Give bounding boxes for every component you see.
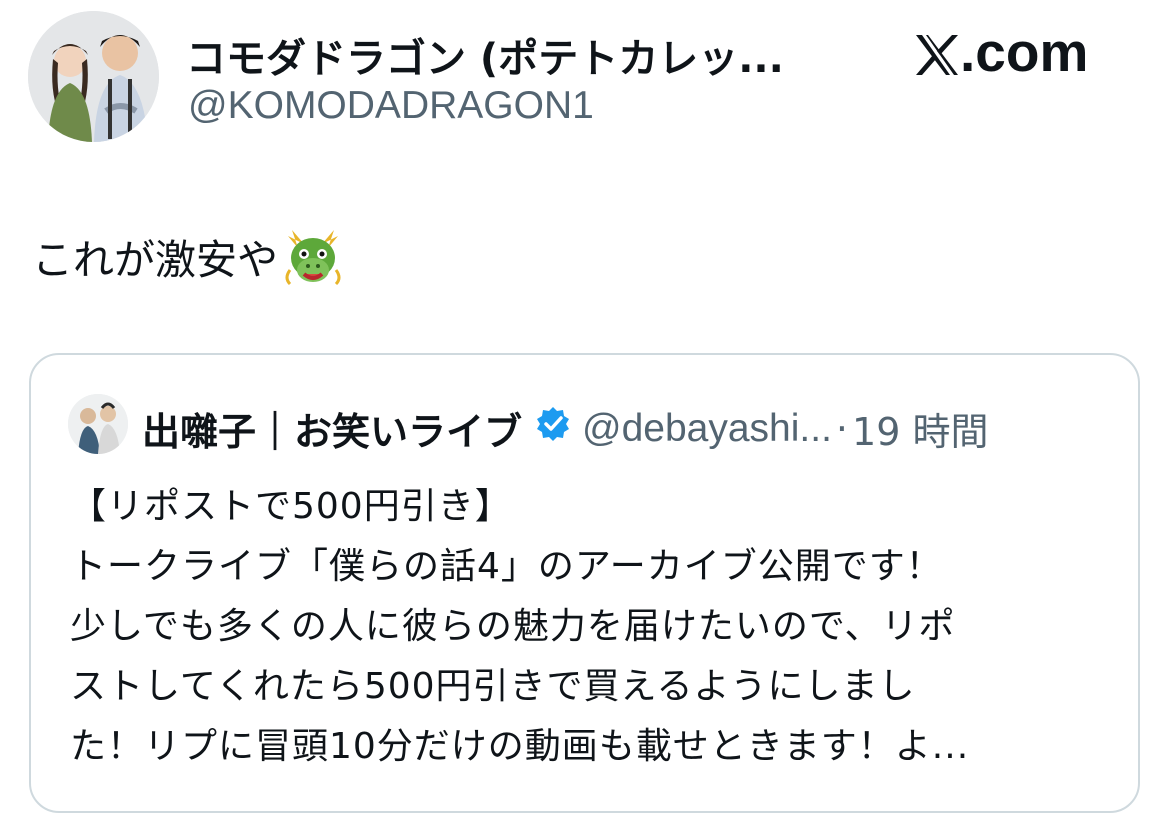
brand-link[interactable]: .com [914,20,1088,90]
tweet-body: これが激安や [32,236,278,284]
verified-badge-icon [534,405,572,452]
separator-dot: · [835,406,849,451]
display-name[interactable]: コモダドラゴン (ポテトカレッ... [186,26,784,84]
quoted-text-line: 少しでも多くの人に彼らの魅力を届けたいので、リポ [70,606,956,647]
x-logo-icon [914,26,960,90]
quoted-tweet-header: 出囃子｜お笑いライブ @debayashi... · 19 時間 [142,401,988,456]
quoted-text-line: た！リプに冒頭10分だけの動画も載せときます！よ... [70,726,970,767]
quoted-author-name[interactable]: 出囃子｜お笑いライブ [142,401,522,456]
quoted-tweet-card[interactable]: 出囃子｜お笑いライブ @debayashi... · 19 時間 【リポストで5… [29,353,1140,813]
avatar[interactable] [28,11,159,142]
quoted-author-avatar[interactable] [68,394,128,454]
user-handle[interactable]: @KOMODADRAGON1 [188,84,594,128]
quoted-text-line: 【リポストで500円引き】 [70,486,512,527]
dragon-face-icon [282,226,344,298]
brand-label: .com [960,21,1089,83]
quoted-author-handle[interactable]: @debayashi... [582,407,832,451]
quoted-tweet-body: 【リポストで500円引き】 トークライブ「僕らの話4」のアーカイブ公開です！ 少… [70,477,1090,777]
quoted-text-line: トークライブ「僕らの話4」のアーカイブ公開です！ [70,546,943,587]
quoted-tweet-timestamp[interactable]: 19 時間 [852,401,988,456]
quoted-text-line: ストしてくれたら500円引きで買えるようにしまし [70,666,916,707]
profile-photo-two-people [28,11,159,142]
tweet-text: これが激安や [32,226,344,298]
